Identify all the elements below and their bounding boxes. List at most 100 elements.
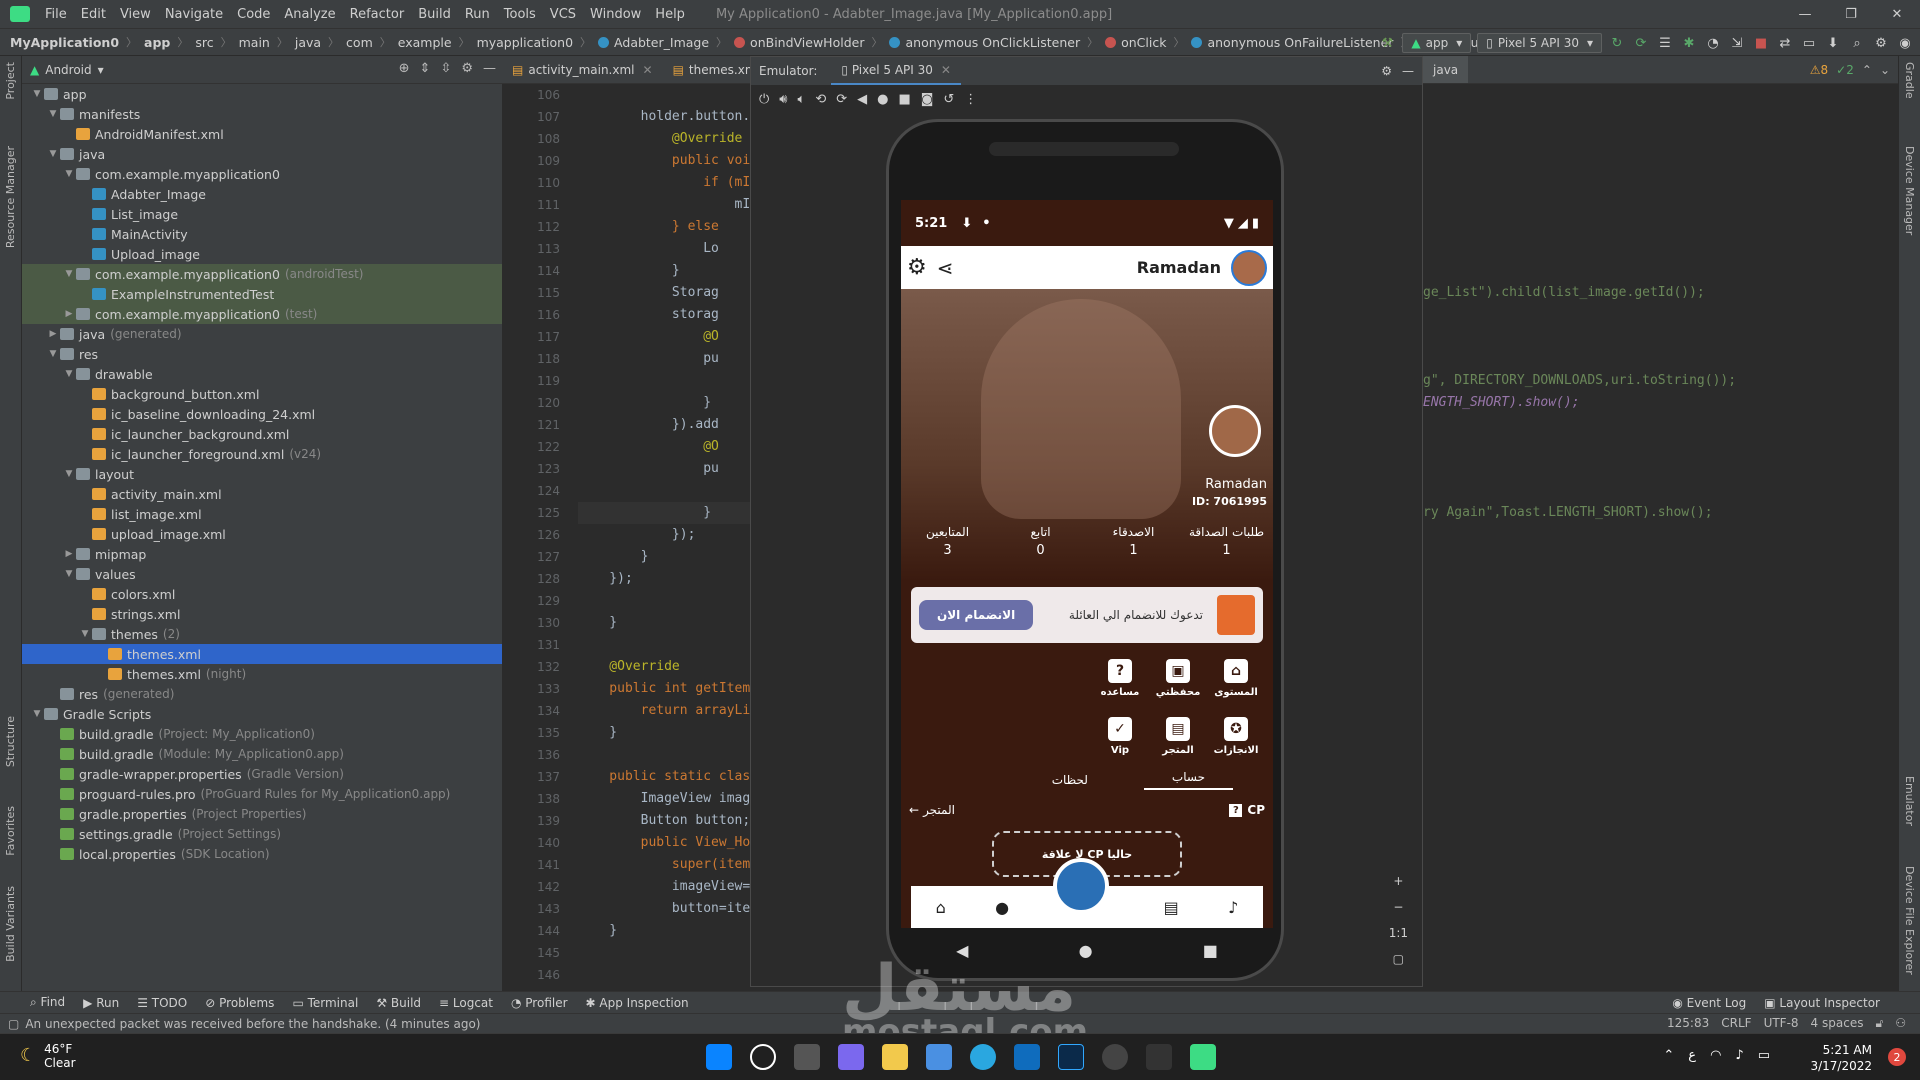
profile-icon[interactable]: ◔ bbox=[1704, 34, 1722, 52]
emulator-tab[interactable]: Emulator bbox=[1903, 776, 1916, 826]
chevron-down-icon[interactable]: ▼ bbox=[62, 169, 76, 179]
status-window-icon[interactable]: ▢ bbox=[8, 1017, 19, 1031]
edge-icon[interactable] bbox=[970, 1044, 996, 1070]
code-editor-right[interactable]: java ⚠8 ✓2 ⌃ ⌄ ge_List").child(list_imag… bbox=[1423, 56, 1898, 991]
device-selector[interactable]: ▯ Pixel 5 API 30 ▾ bbox=[1477, 33, 1602, 53]
indent-setting[interactable]: 4 spaces bbox=[1811, 1016, 1864, 1031]
menu-run[interactable]: Run bbox=[458, 7, 497, 22]
chat-icon[interactable]: ▤ bbox=[1164, 898, 1179, 917]
menu-navigate[interactable]: Navigate bbox=[158, 7, 230, 22]
gear-icon[interactable]: ⚙ bbox=[461, 61, 473, 76]
tree-item[interactable]: ▼ manifests bbox=[22, 104, 502, 124]
grid-vip[interactable]: ✓ Vip bbox=[1091, 707, 1149, 765]
breadcrumb-onclick[interactable]: onClick bbox=[1121, 35, 1166, 50]
gear-icon[interactable]: ⚙ bbox=[1381, 64, 1392, 78]
todo-tool[interactable]: ☰ TODO bbox=[137, 996, 187, 1010]
join-now-button[interactable]: الانضمام الان bbox=[919, 600, 1034, 630]
stat-followers[interactable]: المتابعين 3 bbox=[908, 525, 988, 558]
arrow-left-icon[interactable]: ← bbox=[909, 803, 919, 817]
tree-item[interactable]: colors.xml bbox=[22, 584, 502, 604]
gear-icon[interactable]: ⚙ bbox=[907, 255, 927, 280]
inspector-icon[interactable]: ⚇ bbox=[1895, 1016, 1906, 1031]
tree-item[interactable]: ic_launcher_foreground.xml (v24) bbox=[22, 444, 502, 464]
stat-following[interactable]: اتابع 0 bbox=[1001, 525, 1081, 558]
tree-item[interactable]: ▼ layout bbox=[22, 464, 502, 484]
profiler-tool[interactable]: ◔ Profiler bbox=[511, 996, 568, 1010]
tree-item[interactable]: local.properties (SDK Location) bbox=[22, 844, 502, 864]
warnings-count[interactable]: ⚠8 bbox=[1810, 63, 1828, 77]
battery-icon[interactable]: ▭ bbox=[1758, 1048, 1770, 1063]
tree-item[interactable]: ic_baseline_downloading_24.xml bbox=[22, 404, 502, 424]
menu-view[interactable]: View bbox=[113, 7, 158, 22]
favorites-tab[interactable]: Favorites bbox=[4, 806, 17, 856]
debug-icon[interactable]: ✱ bbox=[1680, 34, 1698, 52]
line-separator[interactable]: CRLF bbox=[1721, 1016, 1751, 1031]
chevron-down-icon[interactable]: ▼ bbox=[46, 349, 60, 359]
device-manager-tab[interactable]: Device Manager bbox=[1903, 146, 1916, 235]
home-icon[interactable]: ⌂ bbox=[936, 898, 946, 917]
breadcrumb-class[interactable]: Adabter_Image bbox=[614, 35, 709, 50]
menu-edit[interactable]: Edit bbox=[74, 7, 113, 22]
tree-item[interactable]: ExampleInstrumentedTest bbox=[22, 284, 502, 304]
tree-item[interactable]: list_image.xml bbox=[22, 504, 502, 524]
chevron-down-icon[interactable]: ▼ bbox=[46, 149, 60, 159]
chevron-down-icon[interactable]: ▼ bbox=[62, 269, 76, 279]
tree-item[interactable]: upload_image.xml bbox=[22, 524, 502, 544]
tree-item[interactable]: ▼ res bbox=[22, 344, 502, 364]
locate-icon[interactable]: ⊕ bbox=[399, 61, 410, 76]
breadcrumb-java[interactable]: java bbox=[295, 35, 321, 50]
chevron-down-icon[interactable]: ▾ bbox=[98, 63, 104, 77]
code-text[interactable]: holder.button. @Override public voi if (… bbox=[578, 84, 750, 986]
menu-vcs[interactable]: VCS bbox=[543, 7, 583, 22]
rerun-icon[interactable]: ↻ bbox=[1608, 34, 1626, 52]
close-icon[interactable]: ✕ bbox=[1874, 0, 1920, 28]
tree-item[interactable]: ▶ java (generated) bbox=[22, 324, 502, 344]
hide-icon[interactable]: — bbox=[483, 61, 496, 76]
gradle-tab[interactable]: Gradle bbox=[1903, 62, 1916, 99]
search-icon[interactable] bbox=[750, 1044, 776, 1070]
tree-item[interactable]: themes.xml (night) bbox=[22, 664, 502, 684]
menu-refactor[interactable]: Refactor bbox=[343, 7, 412, 22]
chevron-right-icon[interactable]: ▶ bbox=[62, 549, 76, 559]
tree-item[interactable]: ▼ values bbox=[22, 564, 502, 584]
globe-icon[interactable] bbox=[1053, 858, 1109, 914]
stop-icon[interactable]: ■ bbox=[1752, 34, 1770, 52]
layout-inspector-tool[interactable]: ▣ Layout Inspector bbox=[1764, 996, 1880, 1010]
volume-down-icon[interactable]: 🔈︎ bbox=[798, 92, 806, 107]
tree-item[interactable]: MainActivity bbox=[22, 224, 502, 244]
volume-up-icon[interactable]: 🔊︎ bbox=[779, 92, 787, 107]
tree-item[interactable]: List_image bbox=[22, 204, 502, 224]
grid-wallet[interactable]: ▣ محفظتي bbox=[1149, 649, 1207, 707]
grid-help[interactable]: ? مساعده bbox=[1091, 649, 1149, 707]
tree-item[interactable]: strings.xml bbox=[22, 604, 502, 624]
chevron-down-icon[interactable]: ⌄ bbox=[1880, 63, 1890, 77]
obs-icon[interactable] bbox=[1102, 1044, 1128, 1070]
bell-icon[interactable]: ♪ bbox=[1228, 898, 1238, 917]
close-tab-icon[interactable]: ✕ bbox=[941, 63, 951, 77]
build-tool[interactable]: ⚒ Build bbox=[376, 996, 421, 1010]
run-tool[interactable]: ▶ Run bbox=[83, 996, 119, 1010]
chevron-down-icon[interactable]: ▼ bbox=[78, 629, 92, 639]
grid-level[interactable]: ⌂ المستوى bbox=[1207, 649, 1265, 707]
tree-item[interactable]: gradle.properties (Project Properties) bbox=[22, 804, 502, 824]
breadcrumb-com[interactable]: com bbox=[346, 35, 373, 50]
collapse-all-icon[interactable]: ⇳ bbox=[440, 61, 451, 76]
breadcrumb-anon-failure[interactable]: anonymous OnFailureListener bbox=[1207, 35, 1393, 50]
tree-item[interactable]: proguard-rules.pro (ProGuard Rules for My… bbox=[22, 784, 502, 804]
snapshot-icon[interactable]: ↺ bbox=[943, 92, 954, 107]
grid-achievements[interactable]: ✪ الانجازات bbox=[1207, 707, 1265, 765]
stat-friend-requests[interactable]: طلبات الصداقة 1 bbox=[1187, 525, 1267, 558]
share-icon[interactable]: ⋖ bbox=[937, 256, 954, 280]
chevron-up-icon[interactable]: ⌃ bbox=[1663, 1048, 1674, 1063]
chevron-right-icon[interactable]: ▶ bbox=[46, 329, 60, 339]
grid-store[interactable]: ▤ المتجر bbox=[1149, 707, 1207, 765]
event-log-tool[interactable]: ◉ Event Log bbox=[1672, 996, 1746, 1010]
tree-item[interactable]: build.gradle (Project: My_Application0) bbox=[22, 724, 502, 744]
tree-item[interactable]: Upload_image bbox=[22, 244, 502, 264]
attach-icon[interactable]: ⇲ bbox=[1728, 34, 1746, 52]
profile-icon[interactable]: ● bbox=[995, 898, 1009, 917]
structure-tab[interactable]: Structure bbox=[4, 716, 17, 767]
recents-icon[interactable]: ■ bbox=[1203, 941, 1218, 960]
task-view-icon[interactable] bbox=[794, 1044, 820, 1070]
build-variants-tab[interactable]: Build Variants bbox=[4, 886, 17, 962]
